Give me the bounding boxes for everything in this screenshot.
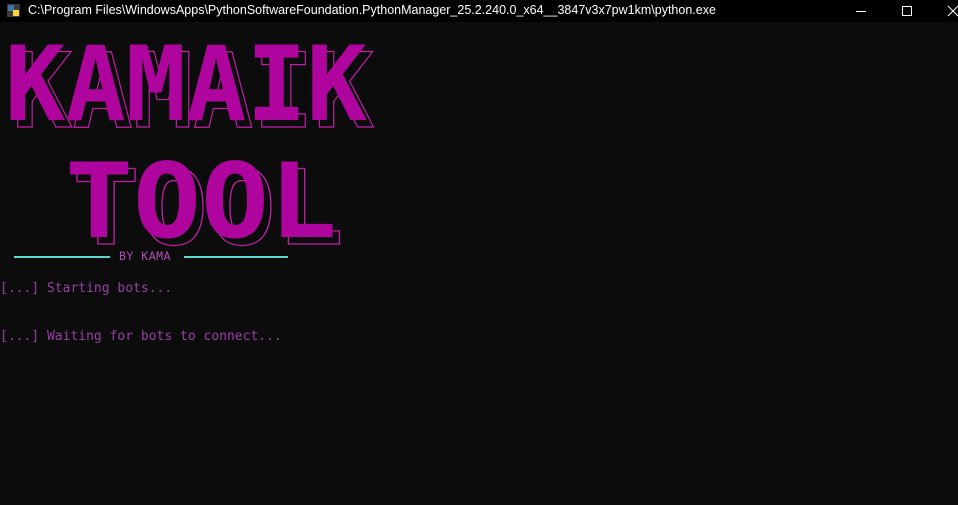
byline-rule-left	[14, 256, 110, 258]
close-icon	[947, 5, 958, 17]
byline-label: BY KAMA	[119, 249, 171, 263]
banner-line-2: TOOL	[65, 142, 337, 247]
banner-line-1: KAMAIK	[5, 25, 367, 145]
minimize-button[interactable]	[838, 0, 884, 22]
status-line-waiting: [...] Waiting for bots to connect...	[0, 329, 282, 344]
window-title: C:\Program Files\WindowsApps\PythonSoftw…	[28, 3, 716, 17]
close-button[interactable]	[930, 0, 958, 22]
byline-rule-right	[184, 256, 288, 258]
python-icon	[7, 4, 20, 17]
title-bar[interactable]: C:\Program Files\WindowsApps\PythonSoftw…	[0, 0, 958, 22]
minimize-icon	[856, 11, 866, 12]
maximize-icon	[902, 6, 912, 16]
byline: BY KAMA	[14, 248, 288, 266]
console-output[interactable]: KAMAIK KAMAIK TOOL TOOL BY KAMA [...] St…	[0, 22, 958, 505]
status-line-starting: [...] Starting bots...	[0, 281, 173, 296]
maximize-button[interactable]	[884, 0, 930, 22]
ascii-art-banner: KAMAIK KAMAIK TOOL TOOL	[5, 25, 375, 247]
console-window: C:\Program Files\WindowsApps\PythonSoftw…	[0, 0, 958, 505]
